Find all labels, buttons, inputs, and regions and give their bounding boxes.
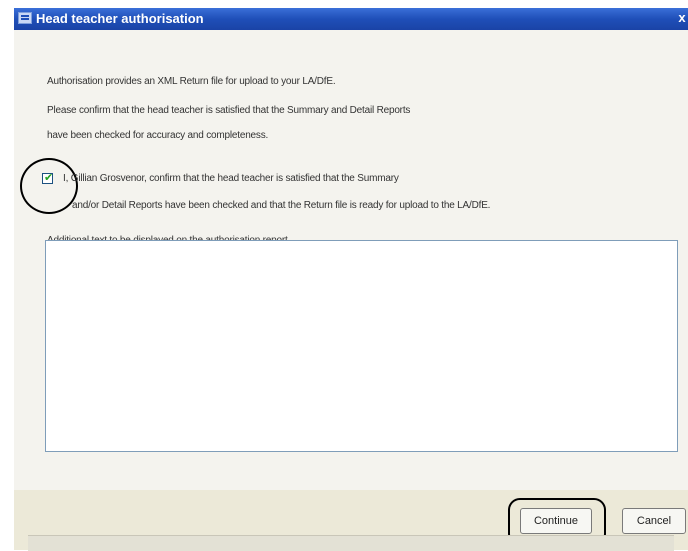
checkbox-label-line2[interactable]: and/or Detail Reports have been checked … [72,200,490,211]
intro-text: Authorisation provides an XML Return fil… [47,76,336,87]
background-edge [0,0,14,550]
window-title: Head teacher authorisation [36,11,204,26]
status-strip [28,535,674,551]
confirm-text-line1: Please confirm that the head teacher is … [47,105,411,116]
confirm-text-line2: have been checked for accuracy and compl… [47,130,269,141]
head-teacher-authorisation-dialog: Head teacher authorisation x Authorisati… [14,8,688,550]
close-icon[interactable]: x [676,10,688,26]
checkbox-highlight-circle [20,158,78,214]
title-bar[interactable]: Head teacher authorisation x [14,8,688,30]
additional-text-input[interactable] [45,240,678,452]
window-app-icon [18,12,32,24]
cancel-button[interactable]: Cancel [622,508,686,534]
checkbox-label-line1[interactable]: I, Gillian Grosvenor, confirm that the h… [63,173,399,184]
